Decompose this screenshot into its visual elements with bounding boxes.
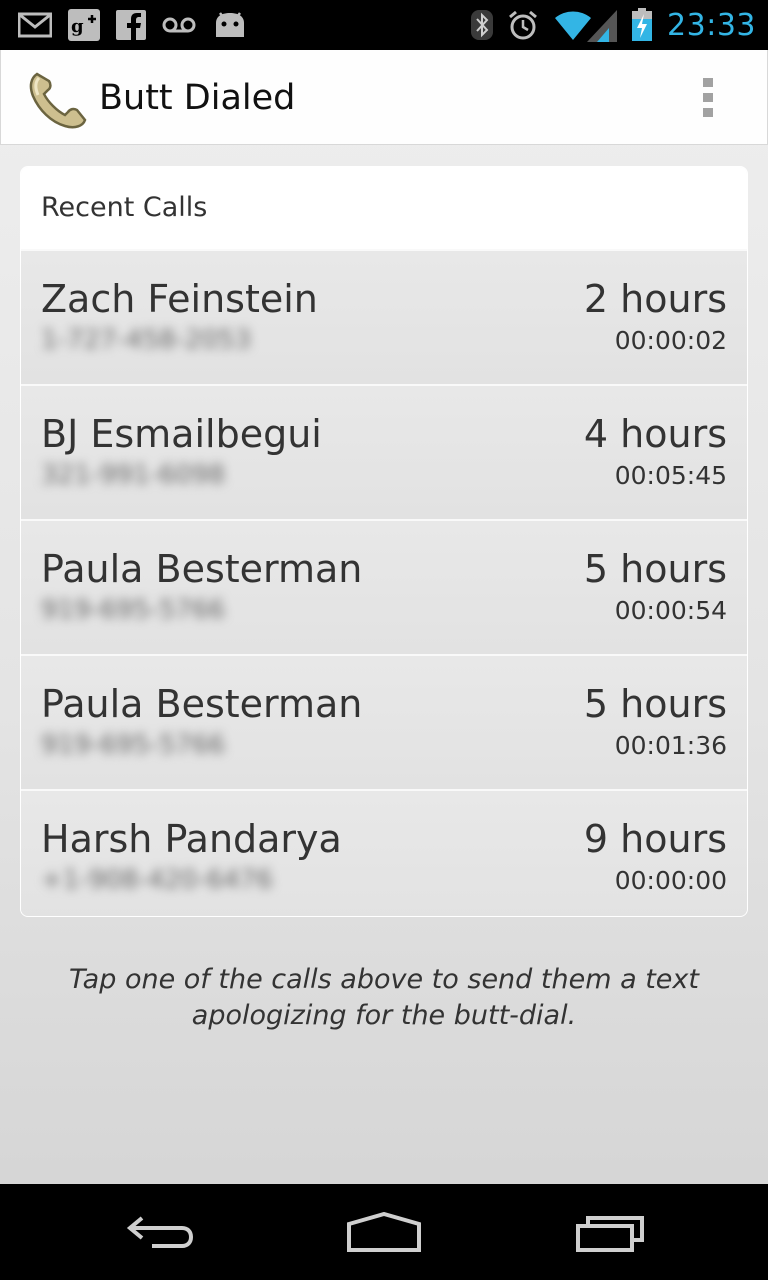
system-icons: 23:33 — [471, 6, 756, 44]
call-time-ago: 5 hours — [583, 682, 727, 726]
caller-number: 1-727-458-2053 — [41, 325, 252, 355]
google-plus-icon: g — [68, 9, 100, 41]
caller-name: Paula Besterman — [41, 547, 363, 591]
battery-charging-icon — [632, 8, 653, 41]
caller-number: +1-908-420-6476 — [41, 865, 273, 895]
caller-name: Harsh Pandarya — [41, 817, 342, 861]
clock: 23:33 — [667, 7, 756, 43]
bluetooth-icon — [471, 10, 494, 40]
call-time-ago: 9 hours — [583, 817, 727, 861]
call-row[interactable]: Harsh Pandarya +1-908-420-6476 9 hours 0… — [21, 789, 747, 916]
gmail-icon — [18, 12, 52, 38]
phone-handset-icon[interactable] — [27, 68, 89, 130]
voicemail-icon — [162, 17, 196, 33]
call-row[interactable]: BJ Esmailbegui 321-991-6098 4 hours 00:0… — [21, 384, 747, 519]
status-bar: g 23:33 — [0, 0, 768, 50]
call-time-ago: 4 hours — [583, 412, 727, 456]
call-row[interactable]: Paula Besterman 919-695-5766 5 hours 00:… — [21, 519, 747, 654]
back-icon — [126, 1216, 194, 1248]
recent-calls-card: Recent Calls Zach Feinstein 1-727-458-20… — [20, 166, 748, 917]
navigation-bar — [0, 1184, 768, 1280]
instruction-text: Tap one of the calls above to send them … — [69, 964, 699, 1031]
alarm-icon — [509, 10, 537, 40]
call-duration: 00:00:00 — [614, 866, 727, 895]
caller-number: 919-695-5766 — [41, 595, 226, 625]
overflow-menu-icon[interactable] — [689, 76, 729, 120]
notification-icons: g — [18, 9, 248, 41]
back-button[interactable] — [90, 1184, 230, 1280]
app-title: Butt Dialed — [99, 78, 296, 118]
caller-name: Zach Feinstein — [41, 277, 318, 321]
android-icon — [216, 12, 244, 37]
wifi-icon — [555, 10, 618, 42]
card-header: Recent Calls — [21, 167, 747, 249]
call-duration: 00:01:36 — [614, 731, 727, 760]
call-duration: 00:05:45 — [614, 461, 727, 490]
svg-text:g: g — [71, 16, 84, 37]
caller-number: 919-695-5766 — [41, 730, 226, 760]
caller-name: Paula Besterman — [41, 682, 363, 726]
call-duration: 00:00:02 — [614, 326, 727, 355]
recent-apps-button[interactable] — [540, 1184, 680, 1280]
home-icon — [347, 1212, 421, 1252]
caller-number: 321-991-6098 — [41, 460, 226, 490]
facebook-icon — [116, 10, 146, 40]
caller-name: BJ Esmailbegui — [41, 412, 322, 456]
home-button[interactable] — [314, 1184, 454, 1280]
call-time-ago: 5 hours — [583, 547, 727, 591]
action-bar: Butt Dialed — [0, 50, 768, 145]
call-row[interactable]: Paula Besterman 919-695-5766 5 hours 00:… — [21, 654, 747, 789]
call-duration: 00:00:54 — [614, 596, 727, 625]
call-row[interactable]: Zach Feinstein 1-727-458-2053 2 hours 00… — [21, 249, 747, 384]
card-title: Recent Calls — [41, 192, 208, 223]
call-time-ago: 2 hours — [583, 277, 727, 321]
recent-apps-icon — [576, 1216, 644, 1252]
